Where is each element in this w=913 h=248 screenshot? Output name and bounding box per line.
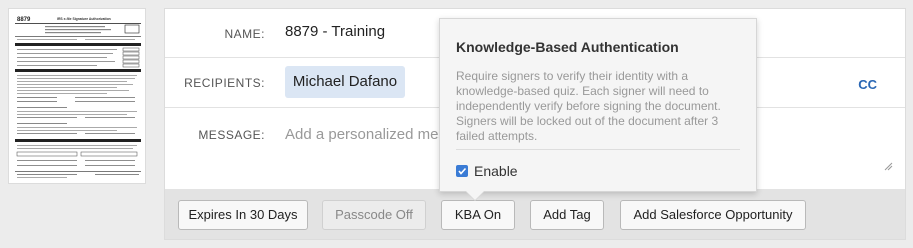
checkbox-checked-icon[interactable] <box>456 165 468 177</box>
cc-link[interactable]: CC <box>858 77 877 92</box>
recipients-label: RECIPIENTS: <box>184 76 265 90</box>
document-thumbnail[interactable]: 8879 IRS e-file Signature Authorization <box>8 8 146 184</box>
add-salesforce-opportunity-button[interactable]: Add Salesforce Opportunity <box>620 200 806 230</box>
add-tag-button[interactable]: Add Tag <box>530 200 604 230</box>
passcode-button[interactable]: Passcode Off <box>322 200 426 230</box>
kba-button[interactable]: KBA On <box>441 200 515 230</box>
popover-title: Knowledge-Based Authentication <box>456 39 679 55</box>
document-name-field[interactable]: 8879 - Training <box>285 23 385 40</box>
form-title: IRS e-file Signature Authorization <box>57 17 111 21</box>
divider <box>456 149 740 150</box>
options-toolbar: Expires In 30 Days Passcode Off KBA On A… <box>165 189 905 239</box>
resize-handle-icon[interactable] <box>883 161 893 171</box>
enable-kba-checkbox[interactable]: Enable <box>456 163 518 179</box>
enable-label: Enable <box>474 163 518 179</box>
message-label: MESSAGE: <box>198 128 265 142</box>
popover-description: Require signers to verify their identity… <box>456 69 721 143</box>
popover-arrow <box>466 191 484 200</box>
kba-popover: Knowledge-Based Authentication Require s… <box>439 18 757 192</box>
document-preview-image: 8879 IRS e-file Signature Authorization <box>15 17 141 178</box>
recipient-chip[interactable]: Michael Dafano <box>285 66 405 98</box>
form-number: 8879 <box>17 17 31 23</box>
expires-button[interactable]: Expires In 30 Days <box>178 200 308 230</box>
name-label: NAME: <box>224 27 265 41</box>
